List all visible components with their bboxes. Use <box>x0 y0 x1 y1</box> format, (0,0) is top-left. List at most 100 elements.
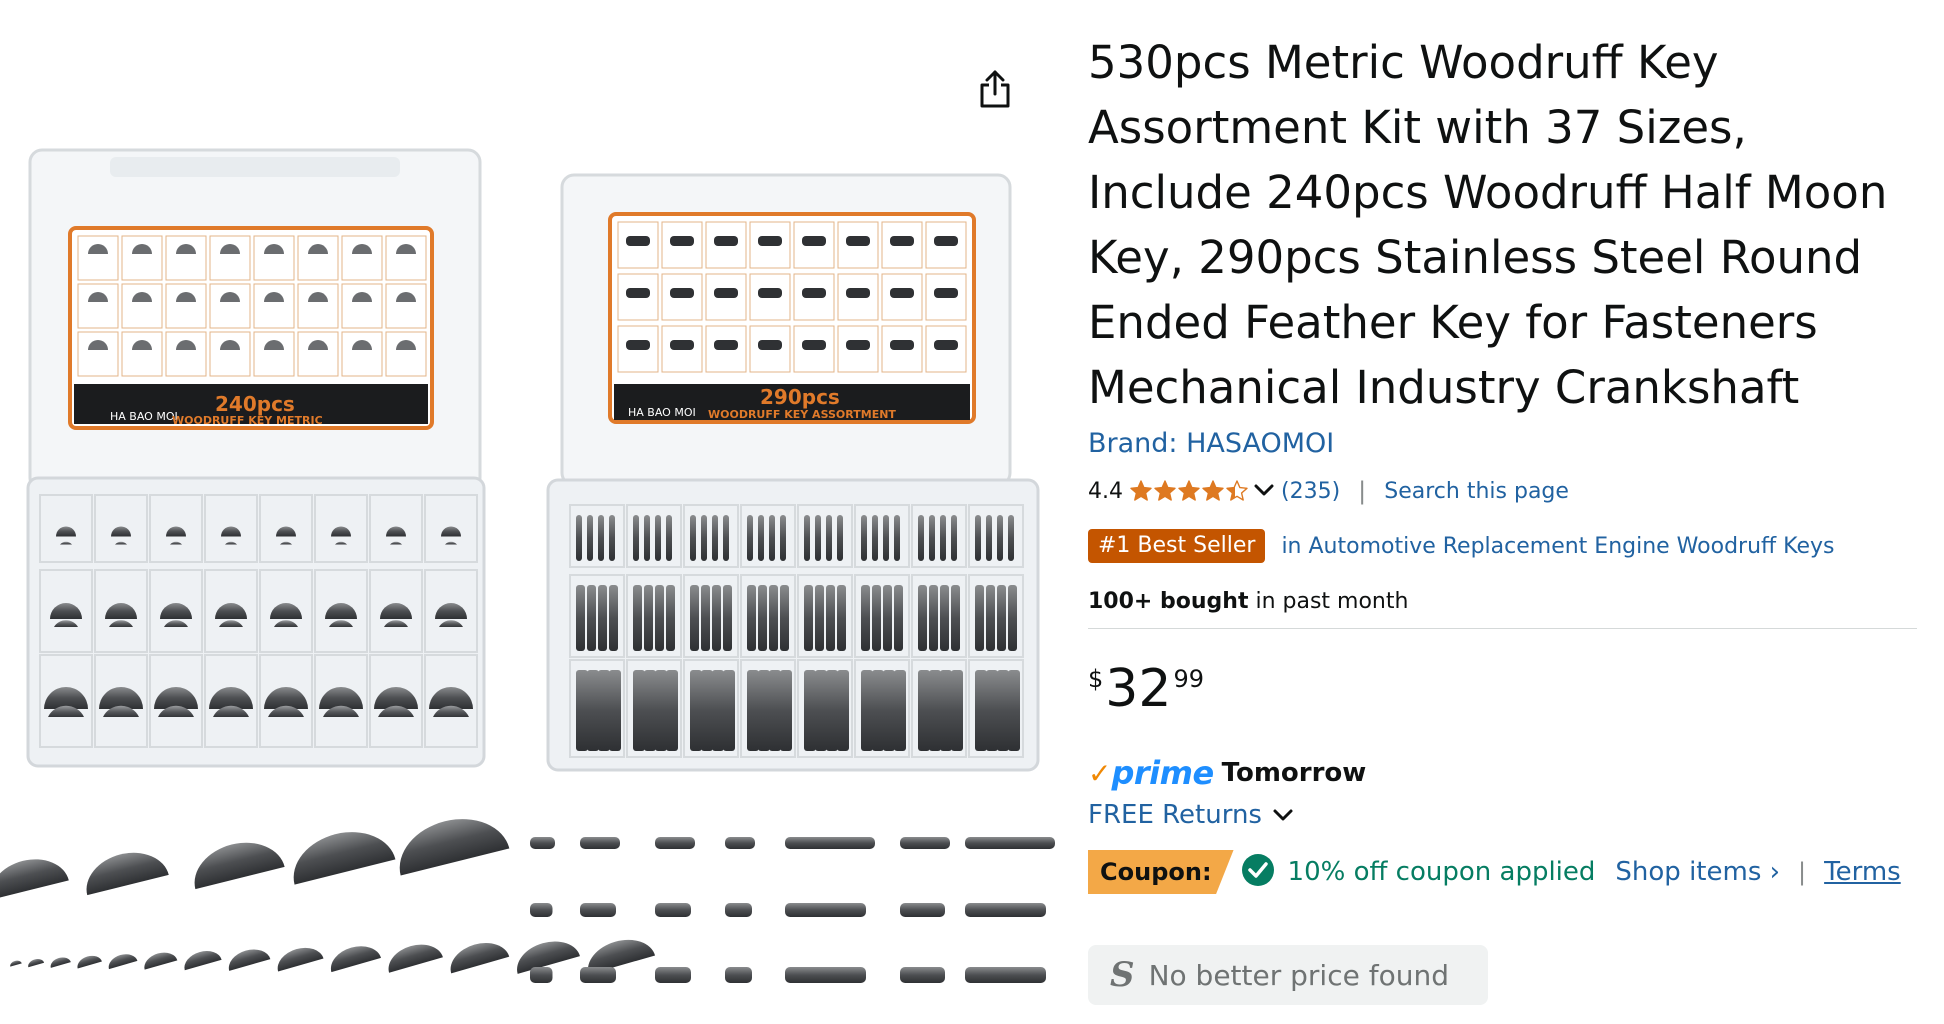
loose-feather-key <box>965 967 1046 983</box>
feather-key <box>986 515 992 561</box>
bought-count: 100+ bought in past month <box>1088 589 1920 614</box>
price: $ 32 99 <box>1088 661 1920 721</box>
left-box-brand: HA BAO MOI <box>110 410 178 423</box>
chevron-down-icon[interactable] <box>1272 800 1294 830</box>
feather-key <box>633 670 645 751</box>
prime-check-icon: ✓ <box>1088 756 1112 790</box>
feather-key <box>655 585 664 651</box>
loose-woodruff-key <box>330 946 382 973</box>
separator: | <box>1798 858 1807 886</box>
rating-count-link[interactable]: (235) <box>1281 479 1340 504</box>
feather-key <box>929 585 938 651</box>
loose-feather-key <box>725 967 752 983</box>
feather-key <box>587 585 596 651</box>
feather-key <box>666 515 672 561</box>
feather-key <box>986 670 998 751</box>
feather-key <box>701 515 707 561</box>
free-returns-link[interactable]: FREE Returns <box>1088 800 1262 830</box>
feather-key <box>940 515 946 561</box>
best-seller-category-link[interactable]: in Automotive Replacement Engine Woodruf… <box>1281 534 1834 559</box>
feather-key <box>894 670 906 751</box>
feather-key <box>872 515 878 561</box>
feather-key <box>780 515 786 561</box>
best-seller-badge[interactable]: #1 Best Seller <box>1088 529 1266 563</box>
product-image[interactable]: HA BAO MOI 240pcs WOODRUFF KEY METRIC HA… <box>0 0 1060 1024</box>
feather-key <box>609 670 621 751</box>
separator: | <box>1358 477 1367 505</box>
feather-key <box>769 670 781 751</box>
feather-key <box>929 515 935 561</box>
feather-key <box>883 670 895 751</box>
feather-key <box>997 515 1003 561</box>
feather-key <box>609 515 615 561</box>
feather-key <box>758 515 764 561</box>
chevron-down-icon[interactable] <box>1253 479 1275 504</box>
star-icon <box>1202 480 1224 501</box>
feather-key <box>609 585 618 651</box>
loose-feather-key <box>580 837 620 849</box>
returns-row[interactable]: FREE Returns <box>1088 797 1920 833</box>
loose-woodruff-key <box>184 951 222 971</box>
no-better-price-text: No better price found <box>1148 958 1449 992</box>
no-better-price-widget[interactable]: S No better price found <box>1088 945 1488 1005</box>
star-rating[interactable] <box>1129 479 1249 503</box>
feather-key <box>815 515 821 561</box>
loose-woodruff-key <box>10 960 22 967</box>
prime-delivery-date: Tomorrow <box>1221 758 1367 788</box>
feather-key <box>576 670 588 751</box>
feather-key <box>701 670 713 751</box>
feather-key <box>644 670 656 751</box>
feather-key <box>837 515 843 561</box>
left-box-name: WOODRUFF KEY METRIC <box>172 414 323 427</box>
shop-items-link[interactable]: Shop items › <box>1615 857 1780 887</box>
brand-link[interactable]: Brand: HASAOMOI <box>1088 428 1334 459</box>
loose-woodruff-key <box>277 947 324 972</box>
check-circle-icon <box>1240 852 1276 892</box>
feather-key <box>986 585 995 651</box>
feather-key <box>758 585 767 651</box>
loose-woodruff-key <box>388 944 443 973</box>
feather-key <box>747 515 753 561</box>
feather-key <box>666 670 678 751</box>
feather-key <box>598 585 607 651</box>
feather-key <box>894 585 903 651</box>
loose-woodruff-key <box>194 842 285 890</box>
search-page-link[interactable]: Search this page <box>1384 479 1569 504</box>
price-symbol: $ <box>1088 665 1104 693</box>
feather-key <box>872 670 884 751</box>
loose-feather-key <box>725 903 752 917</box>
feather-key <box>712 515 718 561</box>
feather-key <box>861 515 867 561</box>
feather-key <box>769 585 778 651</box>
product-details: 530pcs Metric Woodruff Key Assortment Ki… <box>1088 30 1920 1005</box>
feather-key <box>644 515 650 561</box>
feather-key <box>666 585 675 651</box>
loose-woodruff-key <box>399 819 510 876</box>
terms-link[interactable]: Terms <box>1824 857 1901 887</box>
feather-key <box>758 670 770 751</box>
feather-key <box>690 670 702 751</box>
feather-key <box>747 670 759 751</box>
bought-count-rest: in past month <box>1248 589 1409 614</box>
star-icon <box>1154 480 1176 501</box>
feather-key <box>918 515 924 561</box>
feather-key <box>655 515 661 561</box>
feather-key <box>975 585 984 651</box>
loose-feather-key <box>655 903 691 917</box>
feather-key <box>633 515 639 561</box>
feather-key <box>975 670 987 751</box>
price-whole: 32 <box>1105 659 1172 719</box>
loose-woodruff-key <box>28 959 45 968</box>
loose-feather-key <box>530 903 553 917</box>
share-button[interactable] <box>968 62 1022 116</box>
price-fraction: 99 <box>1173 665 1204 693</box>
right-box-brand: HA BAO MOI <box>628 406 696 419</box>
feather-key <box>918 585 927 651</box>
feather-key <box>598 515 604 561</box>
loose-woodruff-key <box>144 952 178 970</box>
loose-feather-key <box>530 967 553 983</box>
product-photo: HA BAO MOI 240pcs WOODRUFF KEY METRIC HA… <box>0 148 1055 983</box>
star-icon <box>1178 480 1200 501</box>
feather-key <box>1008 515 1014 561</box>
feather-key <box>883 585 892 651</box>
